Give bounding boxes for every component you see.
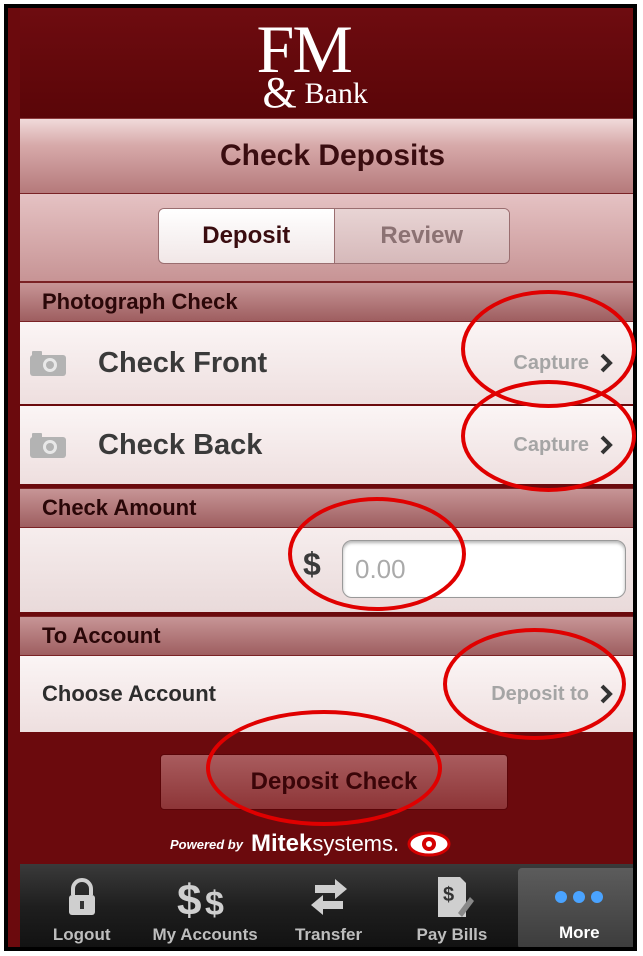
section-photograph-check: Photograph Check (20, 282, 633, 322)
check-front-row[interactable]: Check Front Capture (20, 322, 633, 406)
mitek-eye-icon (407, 831, 451, 857)
check-back-label: Check Back (98, 428, 263, 461)
powered-by-prefix: Powered by (170, 836, 243, 852)
tab-label: My Accounts (152, 925, 258, 944)
tab-logout[interactable]: Logout (20, 864, 143, 947)
tab-label: Pay Bills (416, 925, 488, 944)
app-screen: FM & Bank Check Deposits Deposit Review … (20, 8, 633, 947)
capture-label: Capture (513, 351, 589, 374)
segmented-control: Deposit Review (158, 208, 510, 264)
lock-icon (68, 878, 95, 915)
tab-pay-bills[interactable]: $ Pay Bills (390, 864, 513, 947)
svg-text:$: $ (443, 884, 454, 906)
capture-label: Capture (513, 433, 589, 456)
chevron-right-icon (600, 684, 613, 704)
logo-ampersand: & (262, 68, 297, 117)
tab-transfer[interactable]: Transfer (267, 864, 390, 947)
pay-bills-icon: $ (437, 877, 474, 917)
check-front-label: Check Front (98, 346, 268, 379)
chevron-right-icon (600, 435, 613, 455)
mitek-logo: Miteksystems. (251, 830, 399, 858)
tab-my-accounts[interactable]: $ $ My Accounts (143, 864, 266, 947)
camera-icon (30, 351, 66, 376)
section-label: Photograph Check (42, 289, 238, 314)
capture-front-button[interactable]: Capture (513, 352, 613, 375)
tab-label: More (559, 923, 600, 942)
choose-account-label: Choose Account (42, 681, 216, 706)
more-dots-icon (555, 891, 604, 903)
tab-label: Transfer (294, 925, 363, 944)
header: FM & Bank (20, 8, 633, 118)
bank-logo: FM & Bank (253, 13, 413, 117)
tab-review[interactable]: Review (334, 209, 509, 263)
transfer-arrows-icon (310, 879, 347, 915)
amount-input[interactable] (342, 540, 626, 598)
mitek-brand: Mitek (250, 830, 313, 857)
tab-bar: Logout $ $ My Accounts Transfer $ Pay Bi… (20, 864, 633, 947)
chevron-right-icon (600, 353, 613, 373)
dollar-signs-icon: $ $ (177, 876, 224, 919)
dollar-sign: $ (303, 546, 321, 582)
section-check-amount: Check Amount (20, 488, 633, 528)
deposit-check-button[interactable]: Deposit Check (160, 754, 508, 810)
logo-bank: Bank (304, 77, 368, 110)
deposit-to-button[interactable]: Deposit to (491, 683, 613, 706)
deposit-to-label: Deposit to (491, 682, 589, 705)
camera-icon (30, 433, 66, 458)
tab-more[interactable]: More (517, 868, 633, 947)
capture-back-button[interactable]: Capture (513, 434, 613, 457)
title-bar: Check Deposits (20, 118, 633, 194)
app-frame: FM & Bank Check Deposits Deposit Review … (4, 4, 637, 951)
section-label: To Account (42, 623, 161, 648)
section-label: Check Amount (42, 495, 197, 520)
mitek-suffix: systems. (312, 831, 400, 856)
svg-text:$: $ (177, 876, 201, 919)
tab-deposit[interactable]: Deposit (159, 209, 335, 263)
page-title: Check Deposits (219, 139, 446, 172)
choose-account-row[interactable]: Choose Account Deposit to (20, 656, 633, 734)
amount-row: $ (20, 528, 633, 614)
check-back-row[interactable]: Check Back Capture (20, 406, 633, 486)
segment-bar: Deposit Review (20, 194, 633, 282)
powered-by: Powered by Miteksystems. (170, 826, 451, 862)
section-to-account: To Account (20, 616, 633, 656)
tab-label: Logout (52, 925, 111, 944)
svg-text:$: $ (205, 885, 224, 919)
